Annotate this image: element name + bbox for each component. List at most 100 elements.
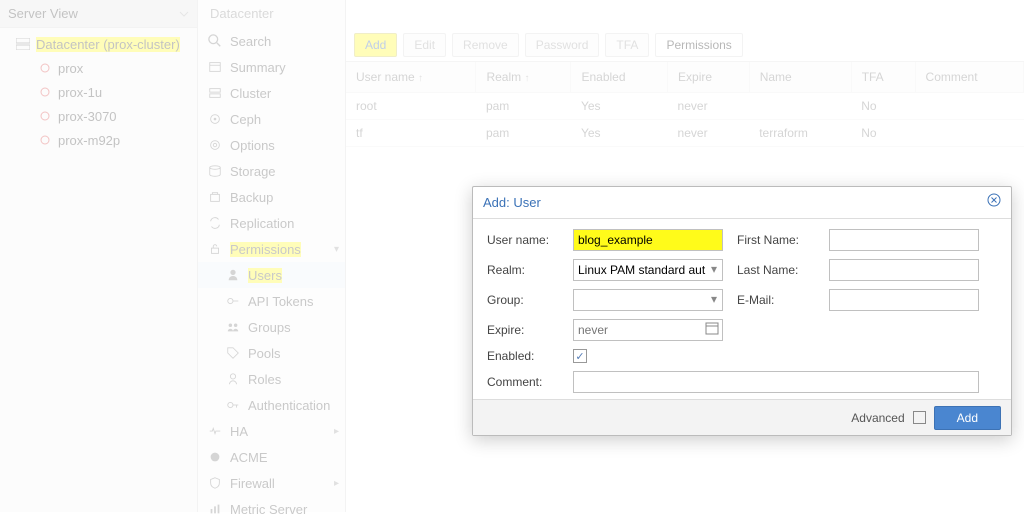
chevron-down-icon bbox=[179, 9, 189, 19]
node-icon bbox=[38, 133, 52, 147]
node-icon bbox=[38, 61, 52, 75]
col-name[interactable]: Name bbox=[749, 62, 851, 93]
menu-auth[interactable]: Authentication bbox=[198, 392, 345, 418]
col-tfa[interactable]: TFA bbox=[851, 62, 915, 93]
server-view-title: Server View bbox=[8, 0, 78, 28]
permissions-button[interactable]: Permissions bbox=[655, 33, 742, 57]
col-user[interactable]: User name ↑ bbox=[346, 62, 476, 93]
menu-options[interactable]: Options bbox=[198, 132, 345, 158]
menu-pools[interactable]: Pools bbox=[198, 340, 345, 366]
enabled-label: Enabled: bbox=[487, 349, 559, 363]
comment-input[interactable] bbox=[573, 371, 979, 393]
node-icon bbox=[38, 109, 52, 123]
menu-roles[interactable]: Roles bbox=[198, 366, 345, 392]
password-button[interactable]: Password bbox=[525, 33, 600, 57]
menu-replication[interactable]: Replication bbox=[198, 210, 345, 236]
menu-ha[interactable]: HA▸ bbox=[198, 418, 345, 444]
menu-ceph[interactable]: Ceph bbox=[198, 106, 345, 132]
advanced-checkbox[interactable] bbox=[913, 411, 926, 424]
col-expire[interactable]: Expire bbox=[668, 62, 750, 93]
tree-datacenter-label: Datacenter (prox-cluster) bbox=[36, 37, 180, 52]
realm-label: Realm: bbox=[487, 263, 559, 277]
menu-storage[interactable]: Storage bbox=[198, 158, 345, 184]
group-icon bbox=[226, 320, 240, 334]
menu-firewall[interactable]: Firewall▸ bbox=[198, 470, 345, 496]
menu-users[interactable]: Users bbox=[198, 262, 345, 288]
tree-node-label: prox-3070 bbox=[58, 109, 117, 124]
tree-node-prox[interactable]: prox bbox=[0, 56, 197, 80]
heartbeat-icon bbox=[208, 424, 222, 438]
summary-icon bbox=[208, 60, 222, 74]
tree-datacenter[interactable]: Datacenter (prox-cluster) bbox=[0, 32, 197, 56]
dialog-add-button[interactable]: Add bbox=[934, 406, 1001, 430]
email-label: E-Mail: bbox=[737, 293, 815, 307]
username-input[interactable] bbox=[573, 229, 723, 251]
dialog-title: Add: User bbox=[483, 187, 541, 219]
add-button[interactable]: Add bbox=[354, 33, 397, 57]
group-select[interactable] bbox=[573, 289, 723, 311]
role-icon bbox=[226, 372, 240, 386]
tree-node-label: prox-1u bbox=[58, 85, 102, 100]
tree-node-prox-1u[interactable]: prox-1u bbox=[0, 80, 197, 104]
server-tree-panel: Server View Datacenter (prox-cluster) pr… bbox=[0, 0, 198, 512]
users-toolbar: Add Edit Remove Password TFA Permissions bbox=[346, 28, 1024, 62]
backup-icon bbox=[208, 190, 222, 204]
menu-apitokens[interactable]: API Tokens bbox=[198, 288, 345, 314]
menu-groups[interactable]: Groups bbox=[198, 314, 345, 340]
comment-label: Comment: bbox=[487, 375, 559, 389]
shield-icon bbox=[208, 476, 222, 490]
table-row[interactable]: root pam Yes never No bbox=[346, 93, 1024, 120]
server-view-header[interactable]: Server View bbox=[0, 0, 197, 28]
advanced-label: Advanced bbox=[851, 411, 904, 425]
chevron-right-icon: ▸ bbox=[334, 478, 339, 489]
replication-icon bbox=[208, 216, 222, 230]
col-enabled[interactable]: Enabled bbox=[571, 62, 668, 93]
chevron-down-icon: ▾ bbox=[711, 292, 717, 306]
enabled-checkbox[interactable]: ✓ bbox=[573, 349, 587, 363]
gear-icon bbox=[208, 138, 222, 152]
menu-search[interactable]: Search bbox=[198, 28, 345, 54]
tree-node-prox-m92p[interactable]: prox-m92p bbox=[0, 128, 197, 152]
lock-open-icon bbox=[208, 242, 222, 256]
menu-metric[interactable]: Metric Server bbox=[198, 496, 345, 522]
firstname-label: First Name: bbox=[737, 233, 815, 247]
remove-button[interactable]: Remove bbox=[452, 33, 519, 57]
firstname-input[interactable] bbox=[829, 229, 979, 251]
search-icon bbox=[208, 34, 222, 48]
col-realm[interactable]: Realm ↑ bbox=[476, 62, 571, 93]
col-comment[interactable]: Comment bbox=[915, 62, 1023, 93]
chevron-down-icon: ▾ bbox=[711, 262, 717, 276]
user-icon bbox=[226, 268, 240, 282]
menu-backup[interactable]: Backup bbox=[198, 184, 345, 210]
expire-label: Expire: bbox=[487, 323, 559, 337]
add-user-dialog: Add: User User name: First Name: Realm: … bbox=[472, 186, 1012, 436]
datacenter-icon bbox=[16, 37, 30, 51]
chevron-right-icon: ▸ bbox=[334, 426, 339, 437]
menu-summary[interactable]: Summary bbox=[198, 54, 345, 80]
datacenter-menu: Search Summary Cluster Ceph Options Stor… bbox=[198, 0, 346, 512]
table-row[interactable]: tf pam Yes never terraform No bbox=[346, 120, 1024, 147]
expire-input[interactable] bbox=[573, 319, 723, 341]
menu-cluster[interactable]: Cluster bbox=[198, 80, 345, 106]
menu-permissions[interactable]: Permissions▾ bbox=[198, 236, 345, 262]
tree-node-label: prox bbox=[58, 61, 83, 76]
lastname-input[interactable] bbox=[829, 259, 979, 281]
storage-icon bbox=[208, 164, 222, 178]
realm-select[interactable] bbox=[573, 259, 723, 281]
close-icon[interactable] bbox=[987, 187, 1001, 219]
email-input[interactable] bbox=[829, 289, 979, 311]
cert-icon bbox=[208, 450, 222, 464]
node-icon bbox=[38, 85, 52, 99]
tree-node-prox-3070[interactable]: prox-3070 bbox=[0, 104, 197, 128]
ceph-icon bbox=[208, 112, 222, 126]
calendar-icon[interactable] bbox=[705, 321, 719, 338]
edit-button[interactable]: Edit bbox=[403, 33, 446, 57]
menu-acme[interactable]: ACME bbox=[198, 444, 345, 470]
key-icon bbox=[226, 398, 240, 412]
users-table: User name ↑ Realm ↑ Enabled Expire Name … bbox=[346, 62, 1024, 147]
chevron-down-icon: ▾ bbox=[334, 244, 339, 255]
group-label: Group: bbox=[487, 293, 559, 307]
key-icon bbox=[226, 294, 240, 308]
tfa-button[interactable]: TFA bbox=[605, 33, 649, 57]
sort-asc-icon: ↑ bbox=[418, 73, 423, 84]
